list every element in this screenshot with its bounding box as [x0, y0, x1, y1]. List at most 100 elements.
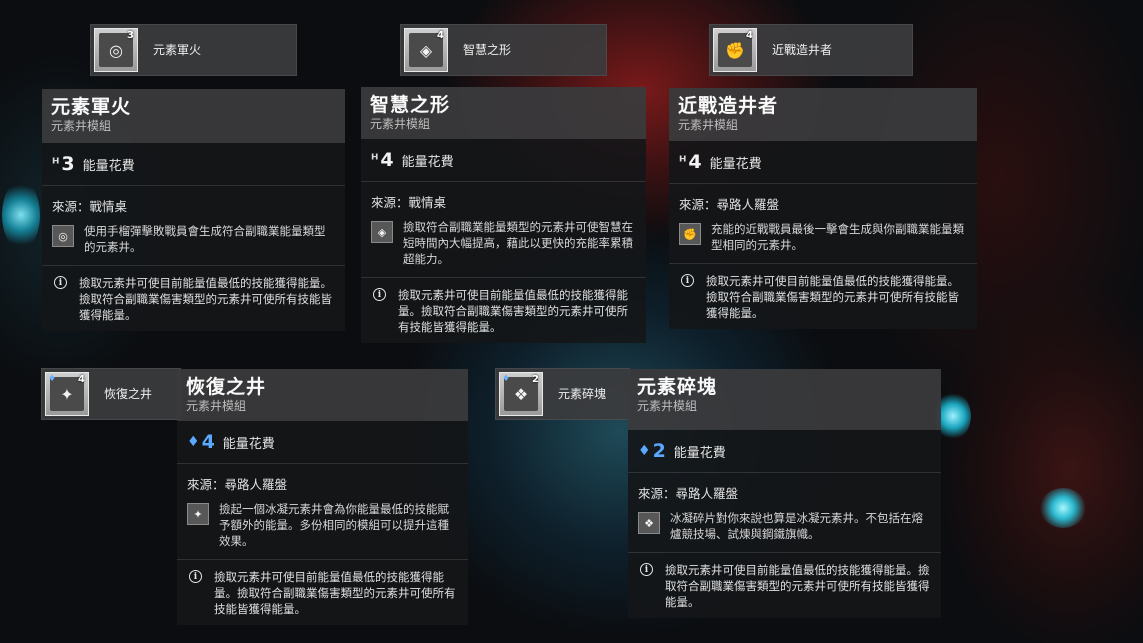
- background-glow-right: [1040, 488, 1086, 528]
- energy-cost-row: ♦ 4 能量花費: [177, 421, 468, 464]
- perk-row: ✊ 充能的近戰戰員最後一擊會生成與你副職業能量類型相同的元素井。: [669, 219, 977, 264]
- info-row: i 撿取元素井可使目前能量值最低的技能獲得能量。撿取符合副職業傷害類型的元素井可…: [628, 553, 941, 618]
- info-row: i 撿取元素井可使目前能量值最低的技能獲得能量。撿取符合副職業傷害類型的元素井可…: [361, 278, 646, 343]
- source-text: 來源：戰情桌: [371, 195, 447, 210]
- card-body: ♦ 2 能量花費 來源：尋路人羅盤 ❖ 冰凝碎片對你來說也算是冰凝元素井。不包括…: [628, 430, 941, 618]
- perk-row: ✦ 撿起一個冰凝元素井會為你能量最低的技能賦予額外的能量。多份相同的模組可以提升…: [177, 499, 468, 560]
- card-subtitle: 元素井模組: [637, 399, 698, 413]
- card-header: 元素碎塊 元素井模組: [628, 369, 941, 430]
- info-row: i 撿取元素井可使目前能量值最低的技能獲得能量。撿取符合副職業傷害類型的元素井可…: [42, 266, 345, 331]
- energy-icon: ᴴ: [679, 154, 687, 170]
- energy-icon: ᴴ: [52, 156, 60, 172]
- mod-tile: ◎ 3: [94, 28, 138, 72]
- info-description: 撿取元素井可使目前能量值最低的技能獲得能量。撿取符合副職業傷害類型的元素井可使所…: [398, 288, 628, 334]
- card-subtitle: 元素井模組: [370, 117, 431, 131]
- mod-chip-label: 近戰造井者: [772, 43, 833, 57]
- mod-cost: 4: [78, 374, 85, 385]
- tooltip-card-melee-wellmaker: 近戰造井者 元素井模組 ᴴ 4 能量花費 來源：尋路人羅盤 ✊ 充能的近戰戰員最…: [669, 88, 977, 329]
- source-text: 來源：尋路人羅盤: [638, 486, 739, 501]
- energy-cost-row: ᴴ 4 能量花費: [361, 139, 646, 182]
- card-body: ♦ 4 能量花費 來源：尋路人羅盤 ✦ 撿起一個冰凝元素井會為你能量最低的技能賦…: [177, 421, 468, 625]
- card-title: 近戰造井者: [678, 95, 779, 117]
- energy-cost-value: 4: [380, 149, 394, 171]
- energy-cost-label: 能量花費: [82, 158, 135, 174]
- perk-description: 冰凝碎片對你來說也算是冰凝元素井。不包括在熔爐競技場、試煉與鋼鐵旗幟。: [670, 511, 923, 541]
- well-icon: ✦: [187, 503, 209, 525]
- card-body: ᴴ 4 能量花費 來源：戰情桌 ◈ 撿取符合副職業能量類型的元素井可使智慧在短時…: [361, 139, 646, 343]
- mod-chip-elemental-ordnance[interactable]: ◎ 3 元素軍火: [90, 24, 297, 76]
- energy-cost-label: 能量花費: [709, 156, 762, 172]
- info-description: 撿取元素井可使目前能量值最低的技能獲得能量。撿取符合副職業傷害類型的元素井可使所…: [79, 276, 332, 322]
- card-subtitle: 元素井模組: [186, 399, 247, 413]
- energy-cost-label: 能量花費: [222, 436, 275, 452]
- tooltip-card-elemental-shards: 元素碎塊 元素井模組 ♦ 2 能量花費 來源：尋路人羅盤 ❖ 冰凝碎片對你來說也…: [628, 369, 941, 618]
- info-icon: i: [640, 563, 653, 576]
- card-title: 智慧之形: [370, 94, 451, 116]
- energy-cost-row: ♦ 2 能量花費: [628, 430, 941, 473]
- grenade-icon: ◎: [52, 225, 74, 247]
- source-text: 來源：尋路人羅盤: [679, 197, 780, 212]
- mod-chip-elemental-shards[interactable]: ♦ ❖ 2 元素碎塊: [495, 368, 630, 420]
- mod-tile: ♦ ✦ 4: [45, 372, 89, 416]
- info-description: 撿取元素井可使目前能量值最低的技能獲得能量。撿取符合副職業傷害類型的元素井可使所…: [214, 570, 456, 616]
- shard-icon: ❖: [638, 512, 660, 534]
- info-icon: i: [373, 288, 386, 301]
- tooltip-card-well-of-restoration: 恢復之井 元素井模組 ♦ 4 能量花費 來源：尋路人羅盤 ✦ 撿起一個冰凝元素井…: [177, 369, 468, 625]
- fist-icon: ✊: [679, 223, 701, 245]
- card-body: ᴴ 4 能量花費 來源：尋路人羅盤 ✊ 充能的近戰戰員最後一擊會生成與你副職業能…: [669, 141, 977, 329]
- energy-cost-label: 能量花費: [401, 154, 454, 170]
- mod-chip-label: 恢復之井: [104, 387, 153, 401]
- energy-icon: ᴴ: [371, 152, 379, 168]
- card-subtitle: 元素井模組: [678, 118, 739, 132]
- mod-chip-label: 元素軍火: [153, 43, 202, 57]
- arc-element-icon: ♦: [48, 374, 57, 384]
- perk-row: ◎ 使用手榴彈擊敗戰員會生成符合副職業能量類型的元素井。: [42, 221, 345, 266]
- source-text: 來源：戰情桌: [52, 199, 128, 214]
- arc-element-icon: ♦: [502, 374, 511, 384]
- card-header: 恢復之井 元素井模組: [177, 369, 468, 421]
- arc-energy-icon: ♦: [187, 434, 200, 450]
- mod-tile: ♦ ❖ 2: [499, 372, 543, 416]
- mod-cost: 4: [437, 30, 444, 41]
- mod-chip-label: 智慧之形: [463, 43, 512, 57]
- mod-cost: 4: [746, 30, 753, 41]
- diamond-icon: ◈: [371, 221, 393, 243]
- energy-cost-label: 能量花費: [673, 445, 726, 461]
- perk-description: 充能的近戰戰員最後一擊會生成與你副職業能量類型相同的元素井。: [711, 222, 964, 252]
- energy-cost-value: 4: [201, 431, 215, 453]
- info-row: i 撿取元素井可使目前能量值最低的技能獲得能量。撿取符合副職業傷害類型的元素井可…: [669, 264, 977, 329]
- mod-cost: 2: [532, 374, 539, 385]
- card-header: 智慧之形 元素井模組: [361, 87, 646, 139]
- info-icon: i: [681, 274, 694, 287]
- arc-energy-icon: ♦: [638, 443, 651, 459]
- mod-chip-well-of-restoration[interactable]: ♦ ✦ 4 恢復之井: [41, 368, 181, 420]
- perk-description: 撿起一個冰凝元素井會為你能量最低的技能賦予額外的能量。多份相同的模組可以提升這種…: [219, 502, 449, 548]
- energy-cost-value: 2: [652, 440, 666, 462]
- mod-tile: ✊ 4: [713, 28, 757, 72]
- mod-chip-label: 元素碎塊: [558, 387, 607, 401]
- card-title: 恢復之井: [186, 376, 267, 398]
- mod-cost: 3: [127, 30, 134, 41]
- perk-row: ◈ 撿取符合副職業能量類型的元素井可使智慧在短時間內大幅提高，藉此以更快的充能率…: [361, 217, 646, 278]
- mod-chip-wisdom-form[interactable]: ◈ 4 智慧之形: [400, 24, 607, 76]
- mod-tile: ◈ 4: [404, 28, 448, 72]
- tooltip-card-elemental-ordnance: 元素軍火 元素井模組 ᴴ 3 能量花費 來源：戰情桌 ◎ 使用手榴彈擊敗戰員會生…: [42, 89, 345, 331]
- card-subtitle: 元素井模組: [51, 119, 112, 133]
- energy-cost-row: ᴴ 4 能量花費: [669, 141, 977, 184]
- energy-cost-value: 3: [61, 153, 75, 175]
- background-glow-left: [2, 180, 40, 250]
- source-text: 來源：尋路人羅盤: [187, 477, 288, 492]
- info-row: i 撿取元素井可使目前能量值最低的技能獲得能量。撿取符合副職業傷害類型的元素井可…: [177, 560, 468, 625]
- card-body: ᴴ 3 能量花費 來源：戰情桌 ◎ 使用手榴彈擊敗戰員會生成符合副職業能量類型的…: [42, 143, 345, 331]
- card-header: 近戰造井者 元素井模組: [669, 88, 977, 141]
- tooltip-card-wisdom-form: 智慧之形 元素井模組 ᴴ 4 能量花費 來源：戰情桌 ◈ 撿取符合副職業能量類型…: [361, 87, 646, 343]
- perk-description: 撿取符合副職業能量類型的元素井可使智慧在短時間內大幅提高，藉此以更快的充能率累積…: [403, 220, 633, 266]
- card-title: 元素碎塊: [637, 376, 718, 398]
- card-title: 元素軍火: [51, 96, 132, 118]
- info-icon: i: [54, 276, 67, 289]
- perk-description: 使用手榴彈擊敗戰員會生成符合副職業能量類型的元素井。: [84, 224, 326, 254]
- mod-chip-melee-wellmaker[interactable]: ✊ 4 近戰造井者: [709, 24, 913, 76]
- perk-row: ❖ 冰凝碎片對你來說也算是冰凝元素井。不包括在熔爐競技場、試煉與鋼鐵旗幟。: [628, 508, 941, 553]
- info-description: 撿取元素井可使目前能量值最低的技能獲得能量。撿取符合副職業傷害類型的元素井可使所…: [665, 563, 930, 609]
- info-description: 撿取元素井可使目前能量值最低的技能獲得能量。撿取符合副職業傷害類型的元素井可使所…: [706, 274, 959, 320]
